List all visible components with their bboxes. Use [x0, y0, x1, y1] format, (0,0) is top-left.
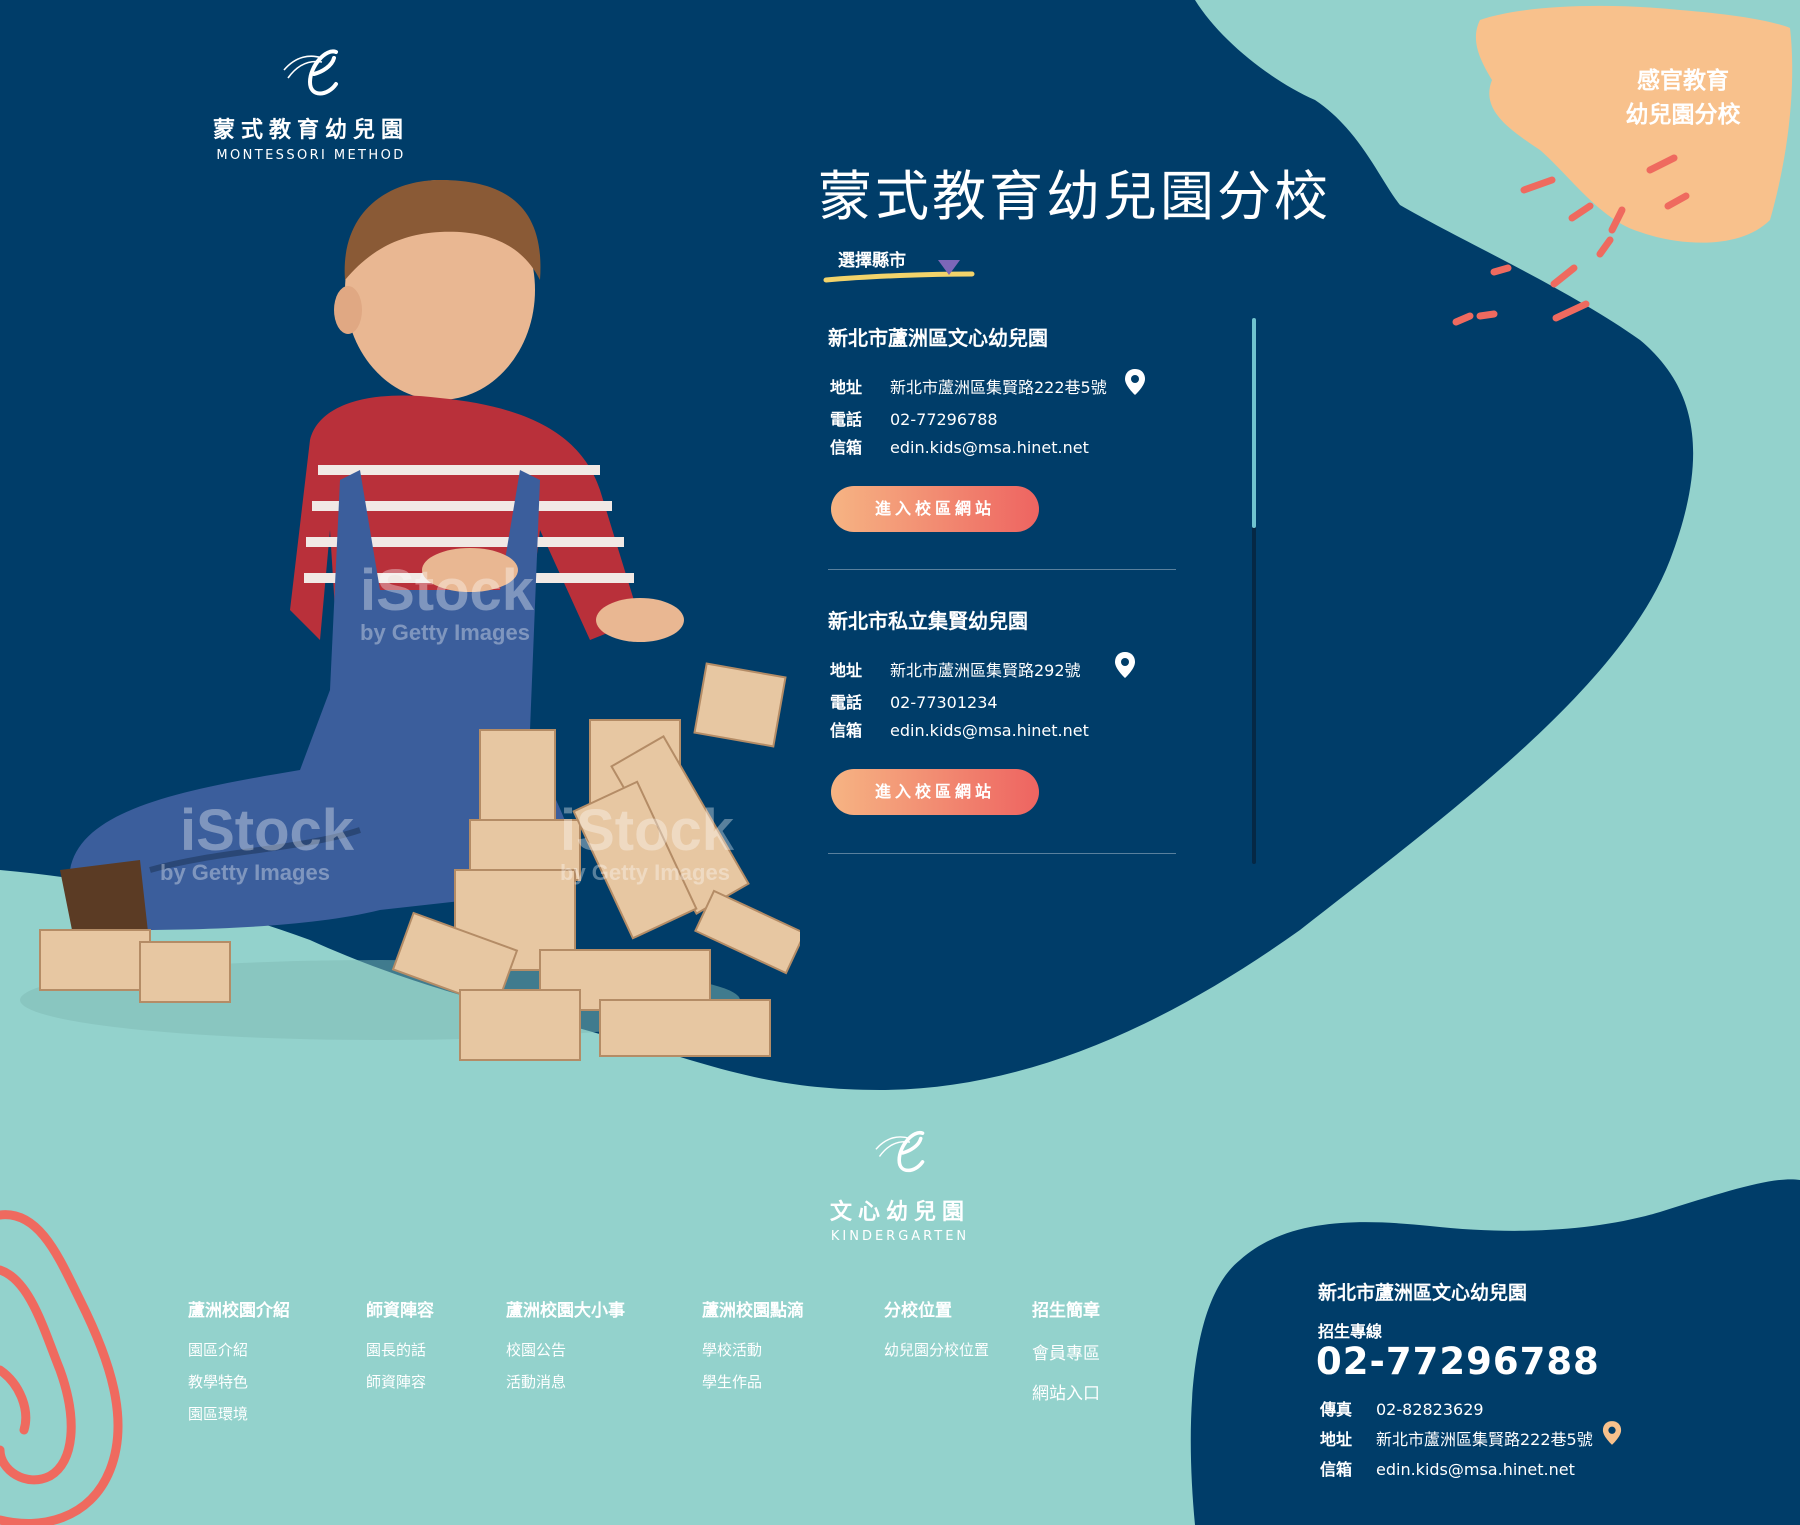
footer-logo-name[interactable]: 文心幼兒園: [790, 1194, 1010, 1226]
footer-nav-link[interactable]: 教學特色: [188, 1371, 290, 1392]
svg-text:by Getty Images: by Getty Images: [160, 860, 330, 885]
footer-nav-heading[interactable]: 蘆洲校園點滴: [702, 1296, 804, 1321]
fax-label: 傳真: [1320, 1400, 1353, 1419]
contact-address: 新北市蘆洲區集賢路222巷5號: [1376, 1430, 1593, 1449]
footer-nav-heading[interactable]: 師資陣容: [366, 1296, 434, 1321]
hotline-label: 招生專線: [1318, 1322, 1383, 1341]
card-divider: [828, 853, 1176, 854]
school-address: 新北市蘆洲區集賢路292號: [890, 661, 1081, 680]
contact-school-name: 新北市蘆洲區文心幼兒園: [1318, 1282, 1528, 1304]
phone-label: 電話: [830, 410, 863, 429]
city-select-label: 選擇縣市: [838, 251, 906, 271]
footer-nav-link[interactable]: 園區介紹: [188, 1339, 290, 1360]
school-email: edin.kids@msa.hinet.net: [890, 438, 1089, 457]
hero-child-photo: iStock by Getty Images iStock by Getty I…: [20, 180, 800, 1061]
svg-text:by Getty Images: by Getty Images: [560, 860, 730, 885]
contact-email[interactable]: edin.kids@msa.hinet.net: [1376, 1460, 1575, 1479]
svg-text:iStock: iStock: [560, 798, 735, 863]
school-list-scrollbar-thumb[interactable]: [1252, 318, 1256, 528]
footer-nav-link[interactable]: 活動消息: [506, 1371, 625, 1392]
footer-nav-link[interactable]: 園長的話: [366, 1339, 434, 1360]
school-address-row: 地址 新北市蘆洲區集賢路292號: [830, 657, 1081, 681]
city-select-dropdown[interactable]: 選擇縣市: [824, 244, 974, 284]
location-pin-icon[interactable]: [1114, 651, 1136, 679]
footer-nav-link[interactable]: 學生作品: [702, 1371, 804, 1392]
site-logo-subtitle: MONTESSORI METHOD: [216, 148, 406, 163]
school-phone-row: 電話 02-77296788: [830, 406, 998, 430]
school-phone-row: 電話 02-77301234: [830, 689, 998, 713]
school-address-row: 地址 新北市蘆洲區集賢路222巷5號: [830, 374, 1107, 398]
school-email-row: 信箱 edin.kids@msa.hinet.net: [830, 717, 1089, 741]
address-label: 地址: [830, 378, 863, 397]
school-phone: 02-77301234: [890, 693, 998, 712]
footer-nav-link[interactable]: 學校活動: [702, 1339, 804, 1360]
svg-text:iStock: iStock: [180, 798, 355, 863]
page-title: 蒙式教育幼兒園分校: [818, 165, 1331, 228]
svg-text:iStock: iStock: [360, 558, 535, 623]
footer-nav-link[interactable]: 會員專區: [1032, 1339, 1100, 1364]
footer-logo-swirl-icon: [875, 1130, 925, 1173]
footer-nav-heading[interactable]: 蘆洲校園介紹: [188, 1296, 290, 1321]
footer-nav-column: 招生簡章 會員專區 網站入口: [1032, 1296, 1100, 1415]
svg-text:by Getty Images: by Getty Images: [360, 620, 530, 645]
footer-nav-heading[interactable]: 分校位置: [884, 1296, 989, 1321]
fax-number: 02-82823629: [1376, 1400, 1484, 1419]
dropdown-triangle-icon: [938, 260, 960, 275]
footer-nav-link[interactable]: 園區環境: [188, 1403, 290, 1424]
phone-label: 電話: [830, 693, 863, 712]
address-label: 地址: [830, 661, 863, 680]
email-label: 信箱: [1320, 1460, 1353, 1479]
location-pin-icon[interactable]: [1124, 368, 1146, 396]
school-phone: 02-77296788: [890, 410, 998, 429]
footer-logo-subtitle: KINDERGARTEN: [830, 1229, 970, 1244]
school-address: 新北市蘆洲區集賢路222巷5號: [890, 378, 1107, 397]
corner-badge-line1: 感官教育: [1637, 68, 1729, 94]
footer-nav-column: 蘆洲校園點滴 學校活動 學生作品: [702, 1296, 804, 1403]
footer-nav-column: 分校位置 幼兒園分校位置: [884, 1296, 989, 1371]
footer-nav-link[interactable]: 幼兒園分校位置: [884, 1339, 989, 1360]
email-label: 信箱: [830, 438, 863, 457]
hotline-number[interactable]: 02-77296788: [1316, 1340, 1600, 1383]
contact-fax-row: 傳真 02-82823629: [1320, 1396, 1484, 1420]
enter-campus-button[interactable]: 進入校區網站: [831, 769, 1039, 815]
logo-swirl-icon: [283, 49, 338, 96]
school-name: 新北市蘆洲區文心幼兒園: [828, 326, 1048, 350]
footer-nav-column: 蘆洲校園大小事 校園公告 活動消息: [506, 1296, 625, 1403]
card-divider: [828, 569, 1176, 570]
school-card: 新北市私立集賢幼兒園 地址 新北市蘆洲區集賢路292號 電話 02-77301234…: [828, 605, 1176, 855]
footer-nav-link[interactable]: 網站入口: [1032, 1379, 1100, 1404]
school-card: 新北市蘆洲區文心幼兒園 地址 新北市蘆洲區集賢路222巷5號 電話 02-77296…: [828, 322, 1176, 572]
footer-nav-link[interactable]: 校園公告: [506, 1339, 625, 1360]
footer-nav-heading[interactable]: 招生簡章: [1032, 1296, 1100, 1321]
location-pin-icon[interactable]: [1602, 1420, 1622, 1446]
email-label: 信箱: [830, 721, 863, 740]
enter-campus-button[interactable]: 進入校區網站: [831, 486, 1039, 532]
footer-nav-heading[interactable]: 蘆洲校園大小事: [506, 1296, 625, 1321]
contact-address-row: 地址 新北市蘆洲區集賢路222巷5號: [1320, 1426, 1593, 1450]
contact-email-row: 信箱 edin.kids@msa.hinet.net: [1320, 1456, 1575, 1480]
spiral-decoration: [0, 1210, 123, 1525]
school-email: edin.kids@msa.hinet.net: [890, 721, 1089, 740]
site-logo-name[interactable]: 蒙式教育幼兒園: [200, 112, 422, 144]
corner-badge[interactable]: 感官教育 幼兒園分校: [1578, 64, 1788, 132]
school-email-row: 信箱 edin.kids@msa.hinet.net: [830, 434, 1089, 458]
address-label: 地址: [1320, 1430, 1353, 1449]
footer-nav-column: 蘆洲校園介紹 園區介紹 教學特色 園區環境: [188, 1296, 290, 1435]
footer-nav-link[interactable]: 師資陣容: [366, 1371, 434, 1392]
school-name: 新北市私立集賢幼兒園: [828, 609, 1028, 633]
corner-badge-line2: 幼兒園分校: [1625, 102, 1741, 128]
footer-nav-column: 師資陣容 園長的話 師資陣容: [366, 1296, 434, 1403]
